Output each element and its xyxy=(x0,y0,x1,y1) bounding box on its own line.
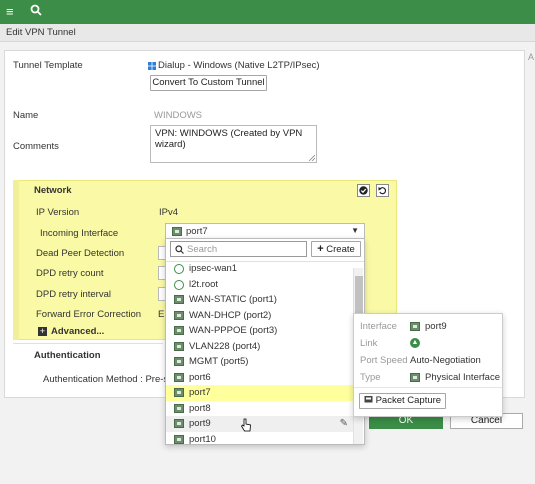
interface-option-label: WAN-PPPOE (port3) xyxy=(189,325,278,336)
interface-option[interactable]: port6 xyxy=(166,370,354,386)
port-icon xyxy=(174,419,184,428)
comments-line-2: wizard) xyxy=(155,139,186,150)
dropdown-caret-icon: ▼ xyxy=(351,226,359,235)
interface-option-label: WAN-DHCP (port2) xyxy=(189,309,272,321)
interface-info-panel: Interface port9 Link ▲ Port Speed Auto-N… xyxy=(353,313,503,417)
create-label: Create xyxy=(326,244,355,255)
link-up-icon: ▲ xyxy=(410,338,420,348)
comments-label: Comments xyxy=(13,141,59,152)
info-port-speed-label: Port Speed xyxy=(360,355,408,366)
port-icon xyxy=(174,372,184,382)
search-icon xyxy=(175,245,184,254)
interface-option-label: port7 xyxy=(189,387,211,398)
page-title: Edit VPN Tunnel xyxy=(0,24,535,42)
interface-option[interactable]: MGMT (port5) xyxy=(166,354,354,370)
info-type-label: Type xyxy=(360,372,381,383)
interface-option[interactable]: VLAN228 (port4) xyxy=(166,339,354,355)
interface-option-label: MGMT (port5) xyxy=(189,356,249,367)
interface-option-label: VLAN228 (port4) xyxy=(189,340,261,352)
expand-icon[interactable]: + xyxy=(38,327,47,336)
interface-option-label: port8 xyxy=(189,402,211,414)
port-icon xyxy=(174,310,184,320)
interface-option[interactable]: l2t.root xyxy=(166,277,354,293)
authentication-method-label: Authentication Method : Pre-s xyxy=(43,374,169,385)
interface-option[interactable]: WAN-DHCP (port2) xyxy=(166,308,354,324)
dpd-retry-interval-label: DPD retry interval xyxy=(36,289,111,300)
dropdown-search-input[interactable]: Search xyxy=(170,241,307,257)
advanced-link[interactable]: Advanced... xyxy=(51,326,104,337)
info-interface-value: port9 xyxy=(425,321,447,332)
undo-icon[interactable] xyxy=(376,184,389,197)
port-icon xyxy=(174,403,184,413)
info-interface-label: Interface xyxy=(360,321,397,332)
interface-option-label: port9 xyxy=(189,418,211,429)
interface-option[interactable]: ipsec-wan1 xyxy=(166,261,354,277)
confirm-icon[interactable] xyxy=(357,184,370,197)
incoming-interface-select[interactable]: port7 ▼ xyxy=(165,223,365,239)
incoming-interface-label: Incoming Interface xyxy=(40,228,119,239)
search-icon[interactable] xyxy=(30,4,42,20)
interface-option[interactable]: port10 xyxy=(166,432,354,448)
edit-icon[interactable]: ✎ xyxy=(340,416,348,432)
port-icon xyxy=(172,227,182,236)
port-icon xyxy=(174,434,184,444)
search-placeholder: Search xyxy=(187,244,218,255)
network-section-stripe xyxy=(13,180,19,340)
tunnel-icon xyxy=(174,264,184,274)
info-type-value: Physical Interface xyxy=(425,372,500,383)
menu-icon[interactable]: ≡ xyxy=(6,4,14,20)
port-icon xyxy=(410,373,420,382)
port-icon xyxy=(174,326,184,335)
interface-option-label: port6 xyxy=(189,371,211,383)
interface-option[interactable]: port8 xyxy=(166,401,354,417)
fec-value: E xyxy=(158,309,165,320)
interface-option[interactable]: port9 ✎ xyxy=(166,416,354,432)
interface-option-label: ipsec-wan1 xyxy=(189,263,238,274)
port-icon xyxy=(174,357,184,366)
convert-to-custom-button[interactable]: Convert To Custom Tunnel xyxy=(150,75,267,91)
network-title: Network xyxy=(34,185,72,196)
resize-handle-icon[interactable] xyxy=(308,154,315,161)
fec-label: Forward Error Correction xyxy=(36,309,142,320)
info-port-speed-value: Auto-Negotiation xyxy=(410,355,481,366)
mouse-cursor-icon xyxy=(240,418,251,432)
name-label: Name xyxy=(13,110,39,121)
interface-option[interactable]: WAN-STATIC (port1) xyxy=(166,292,354,308)
info-link-label: Link xyxy=(360,338,378,349)
packet-capture-icon xyxy=(364,396,373,403)
interface-option-label: l2t.root xyxy=(189,278,219,290)
windows-icon xyxy=(148,62,156,70)
side-edge-text: A xyxy=(528,52,535,62)
name-value: WINDOWS xyxy=(154,110,203,121)
interface-option-label: WAN-STATIC (port1) xyxy=(189,294,277,305)
authentication-title: Authentication xyxy=(34,350,101,361)
interface-dropdown: Search + Create ipsec-wan1 l2t.root WAN-ST… xyxy=(165,238,365,445)
port-icon xyxy=(174,295,184,304)
dead-peer-detection-label: Dead Peer Detection xyxy=(36,248,125,259)
plus-icon: + xyxy=(317,243,324,255)
incoming-interface-value: port7 xyxy=(186,226,208,237)
tunnel-template-label: Tunnel Template xyxy=(13,60,83,71)
section-divider xyxy=(13,343,163,344)
dpd-retry-count-label: DPD retry count xyxy=(36,268,104,279)
comments-line-1: VPN: WINDOWS (Created by VPN xyxy=(155,128,303,139)
ip-version-value: IPv4 xyxy=(159,207,179,218)
packet-capture-button[interactable]: Packet Capture xyxy=(359,393,446,409)
info-divider xyxy=(354,387,502,388)
packet-capture-label: Packet Capture xyxy=(375,395,442,406)
tunnel-icon xyxy=(174,279,184,290)
ip-version-label: IP Version xyxy=(36,207,80,218)
port-icon xyxy=(174,341,184,351)
port-icon xyxy=(410,322,420,331)
create-button[interactable]: + Create xyxy=(311,241,361,257)
port-icon xyxy=(174,388,184,397)
tunnel-template-value: Dialup - Windows (Native L2TP/IPsec) xyxy=(158,60,320,71)
top-bar: ≡ xyxy=(0,0,535,24)
interface-option[interactable]: WAN-PPPOE (port3) xyxy=(166,323,354,339)
interface-option[interactable]: port7 xyxy=(166,385,354,401)
comments-textarea[interactable]: VPN: WINDOWS (Created by VPN wizard) xyxy=(150,125,317,163)
interface-option-label: port10 xyxy=(189,433,216,445)
